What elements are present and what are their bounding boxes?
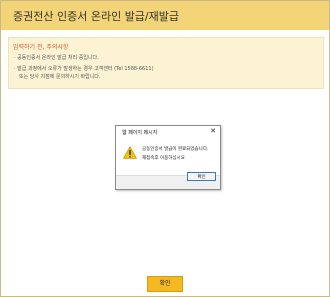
notice-item: · 발급 과정에서 오류가 발생하는 경우 고객센터 (Tel 1588-661… bbox=[14, 66, 154, 72]
title-bar: 증권전산 인증서 온라인 발급/재발급 bbox=[1, 1, 329, 30]
warning-icon bbox=[123, 146, 137, 159]
dialog-title: 웹 페이지 메시지 bbox=[122, 130, 158, 136]
dialog-message: 공동인증서 발급이 완료되었습니다. bbox=[142, 147, 209, 152]
web-page-message-dialog: 웹 페이지 메시지 ✕ 공동인증서 발급이 완료되었습니다. 재접속후 이용하십… bbox=[115, 125, 221, 190]
confirm-button[interactable]: 확인 bbox=[147, 276, 183, 292]
page-title: 증권전산 인증서 온라인 발급/재발급 bbox=[13, 10, 179, 23]
notice-item: · 공동인증서 온라인 발급 처리 중입니다. bbox=[14, 55, 99, 61]
dialog-ok-button[interactable]: 확인 bbox=[187, 172, 216, 181]
notice-heading: 입력하기 전, 주의사항 bbox=[13, 44, 69, 51]
notice-box: 입력하기 전, 주의사항 · 공동인증서 온라인 발급 처리 중입니다. · 발… bbox=[8, 37, 324, 89]
popup-window: 증권전산 인증서 온라인 발급/재발급 입력하기 전, 주의사항 · 공동인증서… bbox=[0, 0, 330, 297]
close-icon[interactable]: ✕ bbox=[210, 127, 216, 135]
dialog-message: 재접속후 이용하십시요 bbox=[142, 156, 185, 161]
notice-item: 또는 당사 지점에 문의하시기 바랍니다. bbox=[19, 74, 101, 80]
